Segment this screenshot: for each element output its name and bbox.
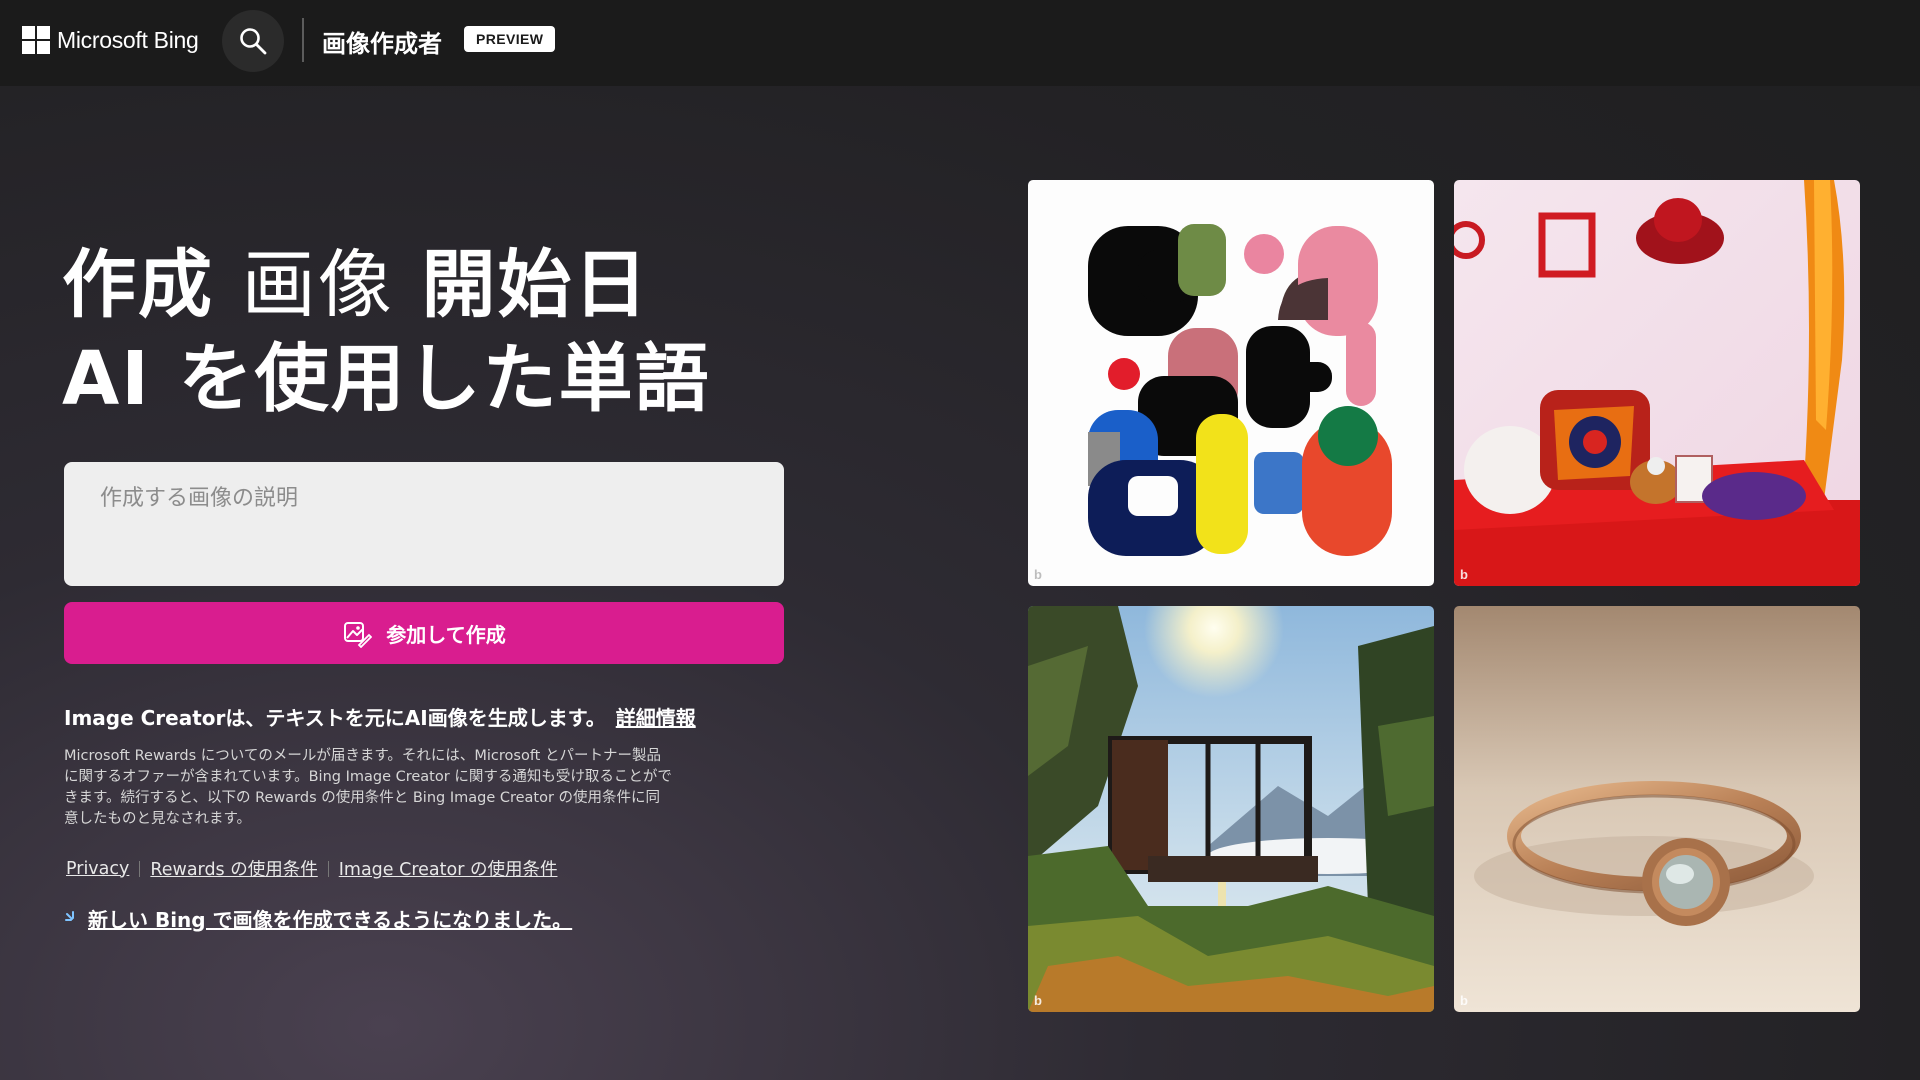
abstract-shapes-art [1088,224,1392,556]
hero-headline: 作成 画像 開始日 AI を使用した単語 [62,238,711,426]
legal-links: Privacy Rewards の使用条件 Image Creator の使用条… [66,856,557,881]
search-button[interactable] [222,10,284,72]
info-description: Image Creatorは、テキストを元にAI画像を生成します。 [64,706,606,730]
header-divider [302,18,304,62]
rewards-terms-link[interactable]: Rewards の使用条件 [150,856,317,881]
privacy-link[interactable]: Privacy [66,859,129,879]
image-create-icon [344,622,373,648]
link-separator [139,860,141,877]
learn-more-link[interactable]: 詳細情報 [616,706,696,730]
sparkle-icon [65,910,74,921]
bing-watermark: b [1460,567,1468,582]
top-bar: Microsoft Bing 画像作成者 PREVIEW [0,0,1920,86]
image-creator-terms-link[interactable]: Image Creator の使用条件 [339,856,558,881]
hero-line-2: AI を使用した単語 [62,336,711,422]
gold-ring-photo [1454,606,1860,1012]
link-separator [327,860,329,877]
microsoft-logo-icon [22,26,50,54]
preview-badge: PREVIEW [464,26,556,52]
bing-watermark: b [1034,993,1042,1008]
prompt-input[interactable] [64,462,784,586]
sample-image-ring[interactable]: b [1454,606,1860,1012]
join-and-create-button[interactable]: 参加して作成 [64,602,784,664]
new-bing-announcement: 新しい Bing で画像を作成できるようになりました。 [64,904,572,933]
hero-word-1: 作成 [62,242,214,328]
info-text: Image Creatorは、テキストを元にAI画像を生成します。 詳細情報 [64,702,696,731]
app-title: 画像作成者 [322,30,442,58]
rewards-disclaimer: Microsoft Rewards についてのメールが届きます。それには、Mic… [64,748,672,827]
sample-image-cabin[interactable]: b [1028,606,1434,1012]
brand-name: Microsoft Bing [57,26,199,53]
bing-watermark: b [1034,567,1042,582]
sample-image-room[interactable]: b [1454,180,1860,586]
new-bing-link[interactable]: 新しい Bing で画像を作成できるようになりました。 [88,904,572,933]
search-icon [240,28,267,55]
hero-word-2: 画像 [241,242,394,328]
hero-word-3: 開始日 [421,242,650,328]
create-button-label: 参加して作成 [386,622,506,647]
microsoft-bing-logo[interactable]: Microsoft Bing [22,26,199,54]
sample-image-abstract[interactable]: b [1028,180,1434,586]
bing-watermark: b [1460,993,1468,1008]
forest-cabin-photo [1028,606,1434,1012]
red-room-photo [1454,180,1860,586]
